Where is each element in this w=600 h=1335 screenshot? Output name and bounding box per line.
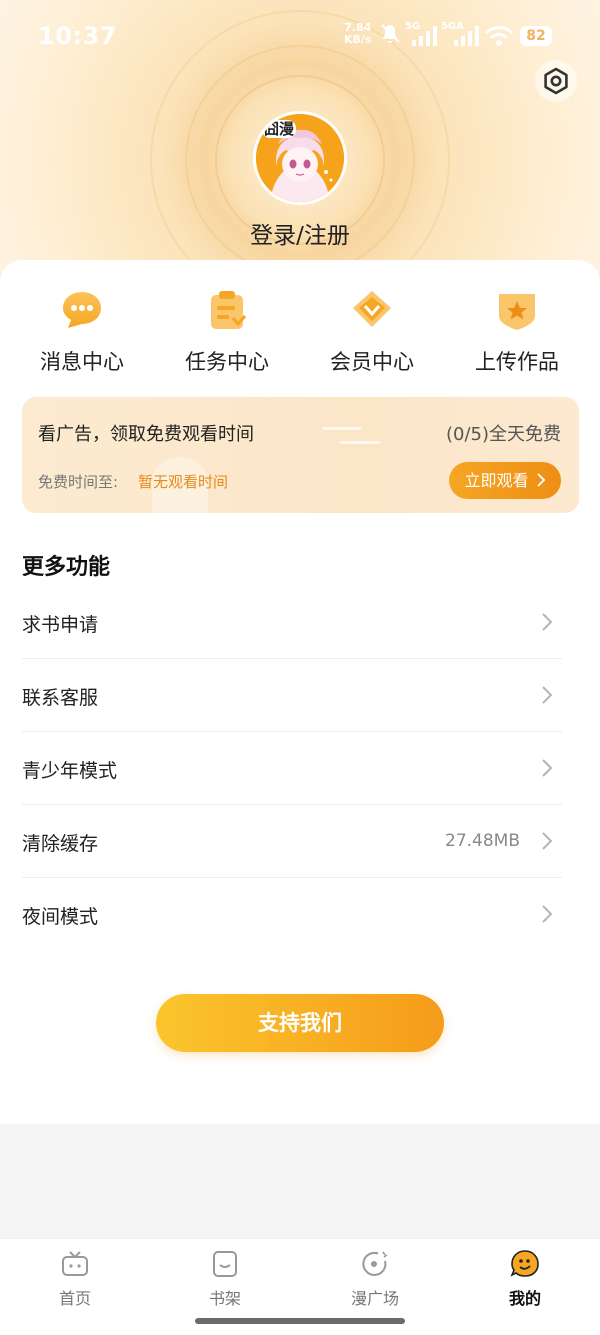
quick-action-label: 消息中心 <box>40 350 124 374</box>
network-speed-unit: KB/s <box>344 33 372 46</box>
tab-label: 漫广场 <box>350 1289 399 1308</box>
tab-label: 我的 <box>508 1289 541 1308</box>
support-us-button[interactable]: 支持我们 <box>156 994 444 1052</box>
tab-home[interactable]: 首页 <box>25 1249 125 1309</box>
ad-reward-card: 看广告，领取免费观看时间 (0/5)全天免费 免费时间至: 暂无观看时间 立即观… <box>22 397 579 513</box>
quick-action-vip-center[interactable]: 会员中心 <box>307 288 437 376</box>
signal-bars-icon <box>412 26 437 46</box>
chevron-right-icon <box>542 905 553 923</box>
tab-bookshelf[interactable]: 书架 <box>175 1249 275 1309</box>
quick-action-label: 会员中心 <box>330 350 414 374</box>
quick-actions-row: 消息中心 任务中心 会员中心 上传作品 <box>0 288 600 378</box>
cache-size-value: 27.48MB <box>445 831 520 851</box>
settings-button[interactable] <box>535 60 577 102</box>
plaza-icon <box>362 1251 388 1276</box>
free-time-value: 暂无观看时间 <box>138 473 229 491</box>
status-time: 10:37 <box>38 22 117 50</box>
wifi-icon <box>484 26 514 46</box>
menu-item-night-mode[interactable]: 夜间模式 <box>22 878 562 951</box>
quick-action-message-center[interactable]: 消息中心 <box>17 288 147 376</box>
quick-action-upload-works[interactable]: 上传作品 <box>452 288 582 376</box>
vip-diamond-icon <box>353 291 391 327</box>
menu-item-clear-cache[interactable]: 清除缓存 27.48MB <box>22 805 562 878</box>
gear-icon <box>544 67 568 95</box>
upload-star-icon <box>499 294 535 330</box>
login-register-link[interactable]: 登录/注册 <box>0 216 600 250</box>
chevron-right-icon <box>542 759 553 777</box>
chevron-right-icon <box>536 473 545 487</box>
ad-card-decoration <box>322 427 362 430</box>
watch-ad-button-label: 立即观看 <box>464 471 529 490</box>
avatar[interactable]: 囧漫 <box>253 111 347 205</box>
network-speed: 7.84 KB/s <box>344 22 371 46</box>
menu-item-customer-service[interactable]: 联系客服 <box>22 659 562 732</box>
profile-face-icon <box>510 1250 539 1277</box>
menu-item-teen-mode[interactable]: 青少年模式 <box>22 732 562 805</box>
task-icon <box>211 291 247 329</box>
more-functions-title: 更多功能 <box>22 555 111 580</box>
tab-mine[interactable]: 我的 <box>475 1249 575 1309</box>
quick-action-label: 任务中心 <box>185 350 269 374</box>
status-bar: 10:37 7.84 KB/s 5G 5GA 82 <box>0 0 600 74</box>
menu-item-book-request[interactable]: 求书申请 <box>22 586 562 659</box>
bookshelf-icon <box>213 1251 237 1277</box>
menu-item-label: 联系客服 <box>22 687 99 709</box>
watch-ad-button[interactable]: 立即观看 <box>449 462 561 499</box>
menu-item-label: 青少年模式 <box>22 760 118 782</box>
quick-action-task-center[interactable]: 任务中心 <box>162 288 292 376</box>
bell-muted-icon <box>381 24 400 43</box>
chevron-right-icon <box>542 832 553 850</box>
signal-bars-icon <box>454 26 479 46</box>
ad-card-title: 看广告，领取免费观看时间 <box>38 424 254 445</box>
ad-card-count: (0/5)全天免费 <box>445 424 561 445</box>
chevron-right-icon <box>542 613 553 631</box>
tab-label: 书架 <box>208 1289 241 1308</box>
chevron-right-icon <box>542 686 553 704</box>
ad-card-decoration <box>340 441 380 444</box>
battery-indicator: 82 <box>520 26 552 46</box>
menu-item-label: 清除缓存 <box>22 833 99 855</box>
menu-item-label: 求书申请 <box>22 614 99 636</box>
tab-label: 首页 <box>58 1289 91 1308</box>
tab-plaza[interactable]: 漫广场 <box>325 1249 425 1309</box>
home-indicator[interactable] <box>195 1318 405 1324</box>
avatar-badge: 囧漫 <box>262 120 297 138</box>
quick-action-label: 上传作品 <box>475 350 559 374</box>
menu-item-label: 夜间模式 <box>22 906 99 928</box>
message-icon <box>63 292 101 328</box>
free-time-label: 免费时间至: <box>38 473 119 491</box>
home-tv-icon <box>62 1251 88 1276</box>
